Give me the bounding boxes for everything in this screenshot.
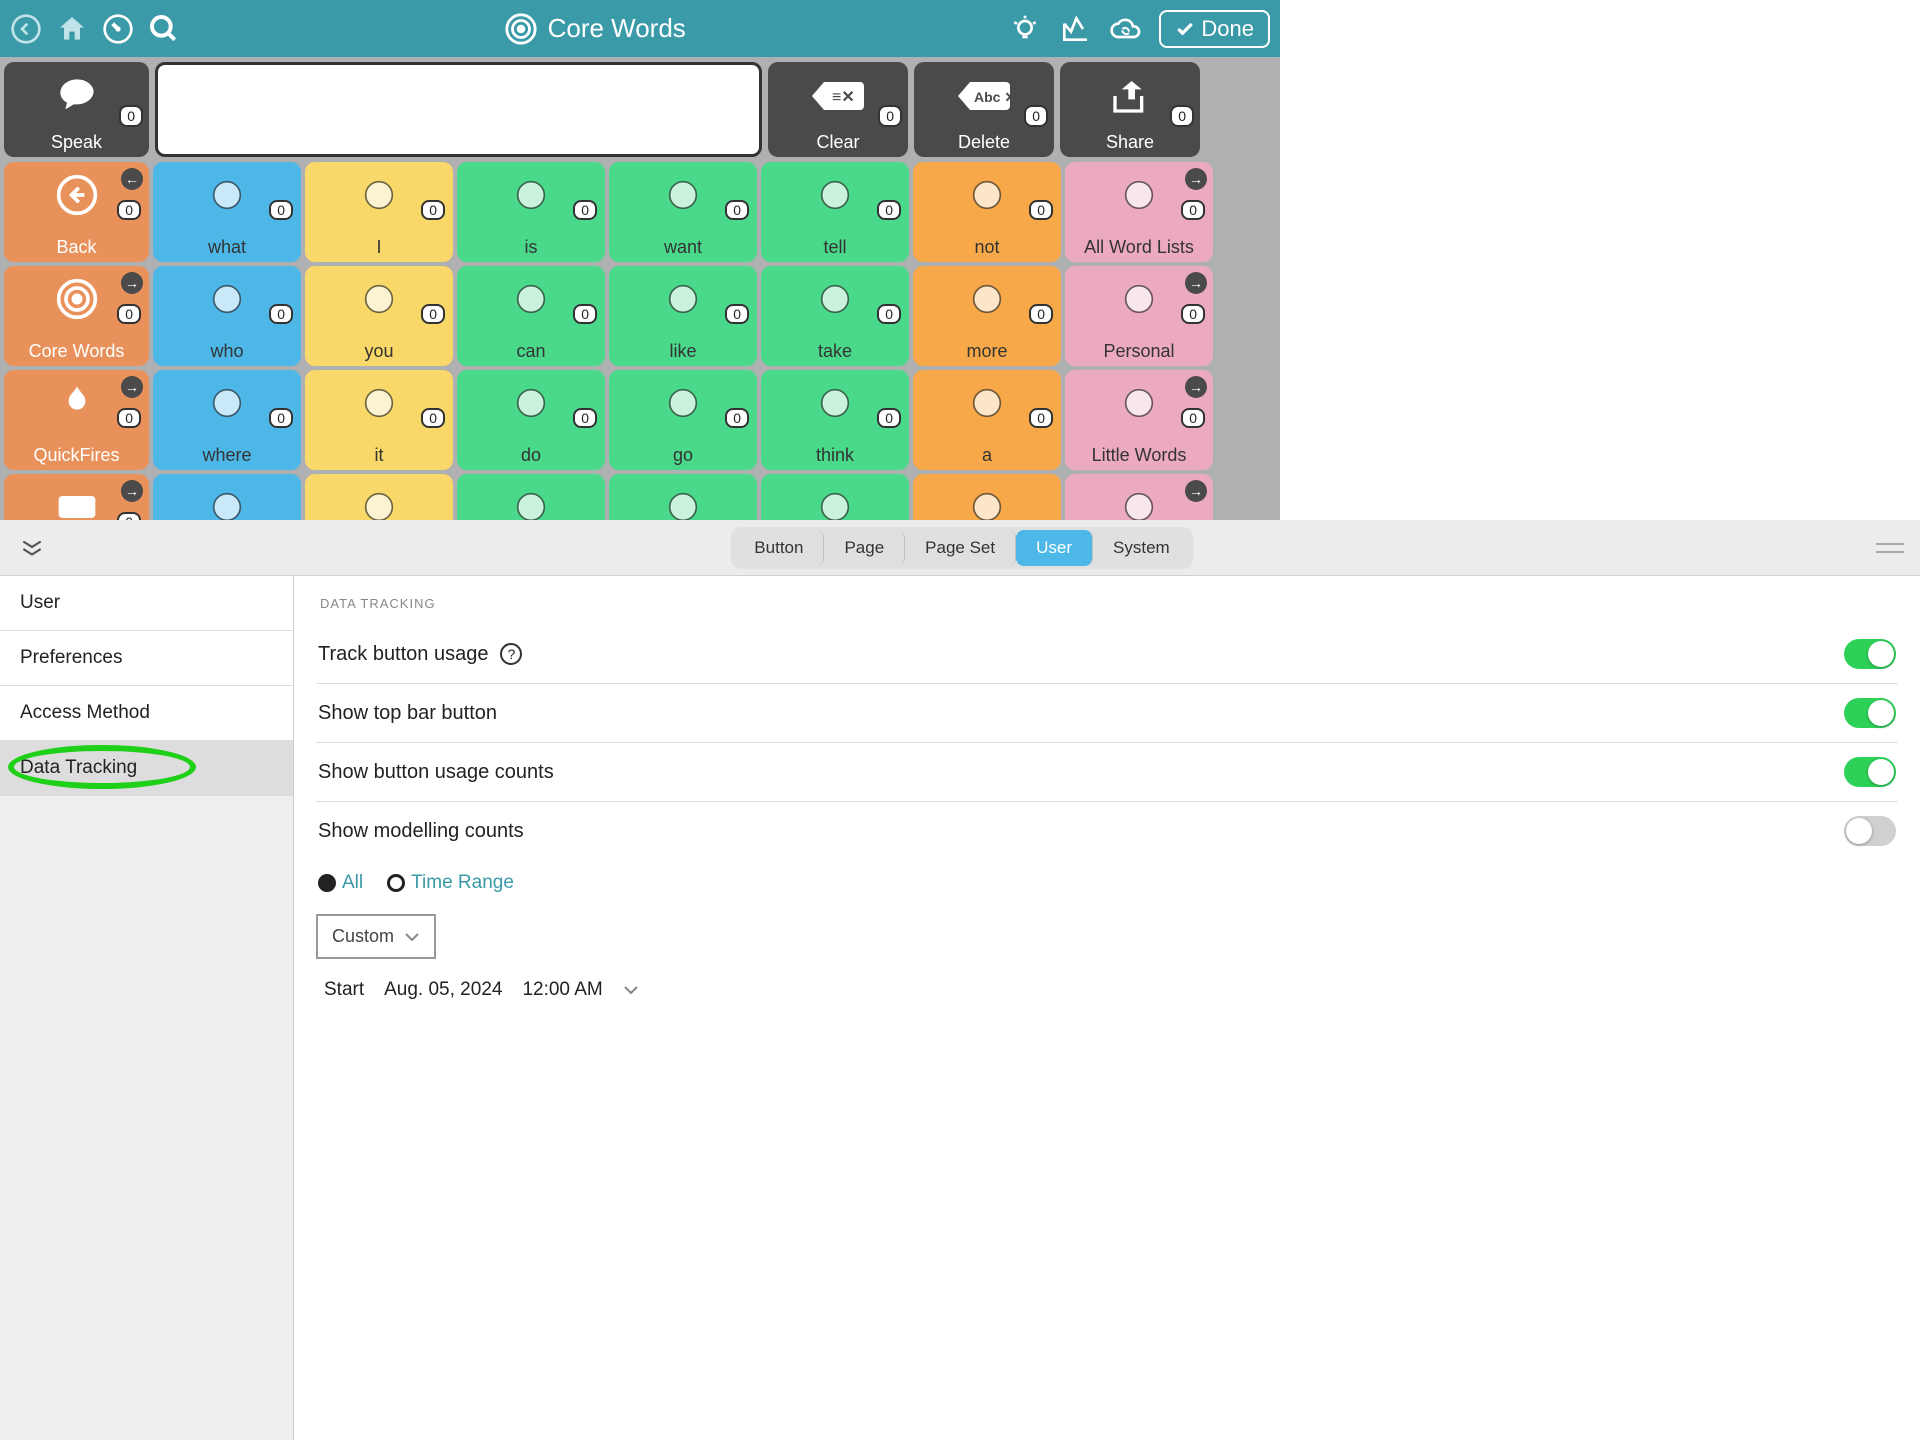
back-icon[interactable] xyxy=(10,13,42,45)
word-cell[interactable]: 0who xyxy=(153,266,301,366)
word-cell[interactable]: 0do xyxy=(457,370,605,470)
word-cell[interactable]: & xyxy=(913,474,1061,520)
page-title: Core Words xyxy=(548,13,686,44)
word-cell[interactable] xyxy=(457,474,605,520)
radio-time-range[interactable]: Time Range xyxy=(387,872,514,894)
word-cell[interactable]: 0I xyxy=(305,162,453,262)
share-button[interactable]: 0 Share xyxy=(1060,62,1200,157)
show-top-bar-label: Show top bar button xyxy=(318,702,497,725)
sidebar-cell[interactable]: →0Core Words xyxy=(4,266,149,366)
word-cell[interactable] xyxy=(153,474,301,520)
track-button-usage-label: Track button usage xyxy=(318,643,488,666)
svg-text:≡✕: ≡✕ xyxy=(832,89,855,106)
tab-user[interactable]: User xyxy=(1016,530,1093,566)
home-icon[interactable] xyxy=(56,13,88,45)
tab-page-set[interactable]: Page Set xyxy=(905,530,1016,566)
start-label: Start xyxy=(324,979,364,1001)
range-dropdown[interactable]: Custom xyxy=(316,914,436,959)
svg-text:Abc ✕: Abc ✕ xyxy=(974,89,1014,105)
word-cell[interactable]: 0is xyxy=(457,162,605,262)
chart-icon[interactable] xyxy=(1059,13,1091,45)
drag-handle-icon[interactable] xyxy=(1860,543,1920,553)
section-label: DATA TRACKING xyxy=(316,596,1898,625)
tab-button[interactable]: Button xyxy=(734,530,824,566)
show-top-bar-toggle[interactable] xyxy=(1844,698,1896,728)
search-icon[interactable] xyxy=(148,13,180,45)
gauge-icon[interactable] xyxy=(102,13,134,45)
word-cell[interactable]: →0All Word Lists xyxy=(1065,162,1213,262)
word-cell[interactable]: 0not xyxy=(913,162,1061,262)
show-counts-label: Show button usage counts xyxy=(318,761,554,784)
word-cell[interactable]: 0more xyxy=(913,266,1061,366)
show-counts-toggle[interactable] xyxy=(1844,757,1896,787)
sidebar-item-data-tracking[interactable]: Data Tracking xyxy=(0,741,293,796)
start-time[interactable]: 12:00 AM xyxy=(522,979,602,1001)
sidebar-item-user[interactable]: User xyxy=(0,576,293,631)
speak-button[interactable]: 0 Speak xyxy=(4,62,149,157)
word-cell[interactable]: 0like xyxy=(609,266,757,366)
show-modelling-label: Show modelling counts xyxy=(318,820,524,843)
word-cell[interactable]: → xyxy=(1065,474,1213,520)
word-cell[interactable]: 0you xyxy=(305,266,453,366)
word-cell[interactable]: 0a xyxy=(913,370,1061,470)
word-cell[interactable]: 0it xyxy=(305,370,453,470)
target-icon xyxy=(504,12,538,46)
sidebar-cell[interactable]: →0QuickFires xyxy=(4,370,149,470)
delete-button[interactable]: Abc ✕ 0 Delete xyxy=(914,62,1054,157)
highlight-oval xyxy=(8,745,196,789)
track-button-toggle[interactable] xyxy=(1844,639,1896,669)
word-cell[interactable]: 0want xyxy=(609,162,757,262)
lightbulb-icon[interactable] xyxy=(1009,13,1041,45)
word-cell[interactable]: 0can xyxy=(457,266,605,366)
collapse-icon[interactable] xyxy=(0,538,64,558)
cloud-sync-icon[interactable] xyxy=(1109,13,1141,45)
done-button[interactable]: Done xyxy=(1159,10,1270,48)
tab-page[interactable]: Page xyxy=(824,530,905,566)
sidebar-cell[interactable]: ←0Back xyxy=(4,162,149,262)
sidebar-cell[interactable]: →0 xyxy=(4,474,149,520)
sidebar-item-preferences[interactable]: Preferences xyxy=(0,631,293,686)
word-cell[interactable]: 0what xyxy=(153,162,301,262)
word-cell[interactable] xyxy=(761,474,909,520)
sidebar-item-access-method[interactable]: Access Method xyxy=(0,686,293,741)
message-input[interactable] xyxy=(155,62,762,157)
word-cell[interactable] xyxy=(305,474,453,520)
word-cell[interactable]: 0where xyxy=(153,370,301,470)
radio-all[interactable]: All xyxy=(318,872,363,894)
help-icon[interactable]: ? xyxy=(500,643,522,665)
start-date[interactable]: Aug. 05, 2024 xyxy=(384,979,502,1001)
word-cell[interactable]: 0take xyxy=(761,266,909,366)
word-cell[interactable]: →0Personal xyxy=(1065,266,1213,366)
word-cell[interactable]: →0Little Words xyxy=(1065,370,1213,470)
clear-button[interactable]: ≡✕ 0 Clear xyxy=(768,62,908,157)
chevron-down-icon xyxy=(404,931,420,943)
chevron-down-icon[interactable] xyxy=(623,984,639,996)
tab-system[interactable]: System xyxy=(1093,530,1190,566)
word-cell[interactable] xyxy=(609,474,757,520)
show-modelling-toggle[interactable] xyxy=(1844,816,1896,846)
word-cell[interactable]: 0go xyxy=(609,370,757,470)
word-cell[interactable]: 0think xyxy=(761,370,909,470)
word-cell[interactable]: 0tell xyxy=(761,162,909,262)
